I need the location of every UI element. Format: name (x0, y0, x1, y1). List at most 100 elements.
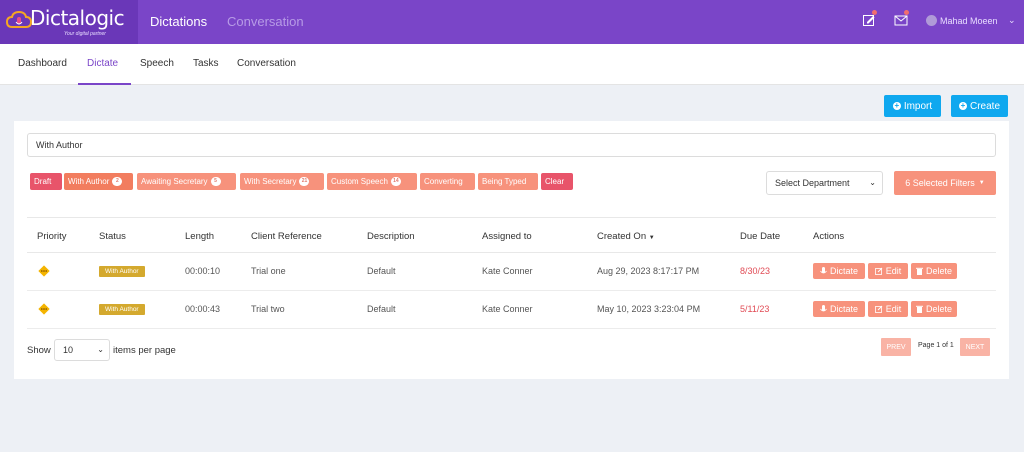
chip-label: Being Typed (482, 177, 527, 186)
edit-button[interactable]: Edit (868, 263, 908, 279)
selected-filters-button[interactable]: 6 Selected Filters ▼ (894, 171, 996, 195)
chip-count-badge: 21 (299, 177, 310, 186)
chip-awaiting-secretary[interactable]: Awaiting Secretary 5 (137, 173, 236, 190)
chip-custom-speech[interactable]: Custom Speech 14 (327, 173, 417, 190)
subnav-dictate[interactable]: Dictate (87, 58, 118, 69)
dictations-card: Draft With Author 2 Awaiting Secretary 5… (14, 121, 1009, 379)
chip-draft[interactable]: Draft (30, 173, 62, 190)
edit-icon (874, 267, 883, 275)
subnav-conversation[interactable]: Conversation (237, 58, 296, 69)
mail-icon[interactable] (894, 13, 908, 27)
column-header[interactable]: Client Reference (251, 231, 322, 242)
brand-name: Dictalogic (30, 6, 125, 30)
chip-label: Draft (34, 177, 52, 186)
delete-button[interactable]: Delete (911, 263, 957, 279)
description-cell: Default (367, 266, 396, 276)
import-button[interactable]: + Import (884, 95, 941, 117)
user-avatar[interactable] (926, 15, 937, 26)
mail-notification-dot (904, 10, 909, 15)
chevron-down-icon[interactable]: ⌄ (1008, 15, 1016, 26)
assigned-to-cell: Kate Conner (482, 266, 533, 276)
chevron-down-icon: ⌄ (869, 178, 876, 187)
edit-icon (874, 305, 883, 313)
chip-converting[interactable]: Converting (420, 173, 475, 190)
topnav-dictations[interactable]: Dictations (150, 14, 207, 29)
items-per-page-label: items per page (113, 345, 176, 356)
column-header[interactable]: Description (367, 231, 415, 242)
chip-count-badge: 2 (112, 177, 123, 186)
delete-label: Delete (925, 266, 952, 276)
status-badge: With Author (99, 304, 145, 315)
dictate-button[interactable]: Dictate (813, 263, 865, 279)
due-date-cell: 8/30/23 (740, 266, 771, 276)
logo-cloud-icon (6, 10, 32, 28)
due-date-cell: 5/11/23 (740, 304, 770, 314)
description-cell: Default (367, 304, 396, 314)
subnav-dashboard[interactable]: Dashboard (18, 58, 67, 69)
trash-icon (915, 267, 923, 275)
microphone-icon (820, 266, 827, 273)
column-header[interactable]: Assigned to (482, 231, 532, 242)
brand-logo[interactable]: Dictalogic Your digital partner (0, 0, 138, 44)
page-indicator: Page 1 of 1 (918, 342, 954, 349)
show-label: Show (27, 345, 51, 356)
search-input[interactable] (27, 133, 996, 157)
items-per-page-value: 10 (63, 345, 74, 355)
chevron-down-icon: ⌄ (97, 345, 104, 354)
prev-page-button[interactable]: PREV (881, 338, 911, 356)
next-page-button[interactable]: NEXT (960, 338, 990, 356)
chip-count-badge: 5 (210, 177, 221, 186)
plus-circle-icon: + (892, 101, 901, 110)
column-header: Actions (813, 231, 845, 242)
column-header[interactable]: Status (99, 231, 126, 242)
microphone-icon (820, 304, 827, 311)
assigned-to-cell: Kate Conner (482, 304, 533, 314)
table-header: Priority Status Length Client Reference … (27, 217, 996, 253)
chip-clear[interactable]: Clear (541, 173, 573, 190)
subnav-tasks[interactable]: Tasks (193, 58, 219, 69)
user-name[interactable]: Mahad Moeen (940, 16, 998, 26)
items-per-page-select[interactable]: 10 ⌄ (54, 339, 110, 361)
trash-icon (915, 305, 923, 313)
chip-being-typed[interactable]: Being Typed (478, 173, 538, 190)
table-row[interactable]: With Author 00:00:10 Trial one Default K… (27, 253, 996, 291)
column-header[interactable]: Length (185, 231, 214, 242)
chip-label: Clear (545, 177, 565, 186)
topnav-conversation[interactable]: Conversation (227, 14, 304, 29)
edit-label: Edit (885, 266, 902, 276)
edit-button[interactable]: Edit (868, 301, 908, 317)
edit-label: Edit (885, 304, 902, 314)
length-cell: 00:00:10 (185, 266, 221, 276)
brand-tagline: Your digital partner (64, 31, 106, 37)
dictate-button[interactable]: Dictate (813, 301, 865, 317)
column-header[interactable]: Priority (37, 231, 67, 242)
dictate-label: Dictate (829, 304, 858, 314)
chip-label: With Author (68, 177, 110, 186)
edit-note-icon[interactable] (862, 13, 876, 27)
sub-navigation: Dashboard Dictate Speech Tasks Conversat… (0, 44, 1024, 85)
department-select-value: Select Department (775, 178, 850, 188)
chip-label: With Secretary (244, 177, 297, 186)
chip-with-secretary[interactable]: With Secretary 21 (240, 173, 324, 190)
column-header-label: Created On (597, 231, 647, 242)
caret-down-icon: ▼ (978, 180, 985, 186)
chip-label: Awaiting Secretary (141, 177, 208, 186)
chip-with-author[interactable]: With Author 2 (64, 173, 133, 190)
column-header[interactable]: Due Date (740, 231, 780, 242)
column-header-created-on[interactable]: Created On ▼ (597, 231, 655, 242)
created-on-cell: May 10, 2023 3:23:04 PM (597, 304, 701, 314)
selected-filters-label: 6 Selected Filters (905, 178, 975, 188)
notification-dot (872, 10, 877, 15)
chip-count-badge: 14 (390, 177, 401, 186)
chip-label: Converting (424, 177, 463, 186)
create-button[interactable]: + Create (951, 95, 1008, 117)
delete-button[interactable]: Delete (911, 301, 957, 317)
priority-medium-icon (38, 303, 50, 315)
chip-label: Custom Speech (331, 177, 388, 186)
department-select[interactable]: Select Department ⌄ (766, 171, 883, 195)
dictate-label: Dictate (829, 266, 858, 276)
status-badge: With Author (99, 266, 145, 277)
table-row[interactable]: With Author 00:00:43 Trial two Default K… (27, 291, 996, 329)
plus-circle-icon: + (958, 101, 967, 110)
subnav-speech[interactable]: Speech (140, 58, 174, 69)
